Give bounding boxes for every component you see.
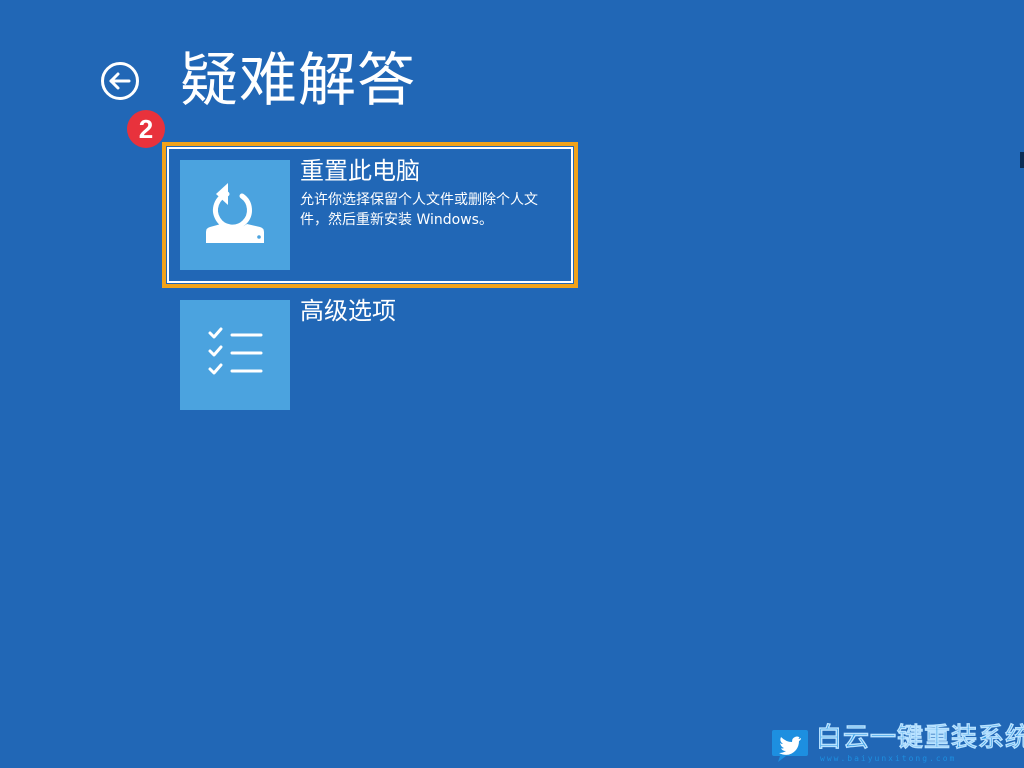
option-description: 允许你选择保留个人文件或删除个人文件，然后重新安装 Windows。 bbox=[300, 192, 538, 228]
option-tile bbox=[180, 300, 290, 410]
option-title: 重置此电脑 bbox=[300, 157, 420, 185]
watermark-url: www.baiyunxitong.com bbox=[820, 754, 957, 763]
reset-pc-icon bbox=[206, 183, 264, 243]
step-badge: 2 bbox=[127, 110, 165, 148]
option-advanced[interactable]: 高级选项 bbox=[180, 297, 570, 410]
checklist-icon bbox=[208, 327, 263, 375]
page-title: 疑难解答 bbox=[180, 46, 417, 114]
edge-artifact bbox=[1020, 152, 1024, 168]
back-arrow-icon bbox=[101, 62, 139, 100]
watermark-text: 白云一键重装系统 bbox=[816, 723, 1024, 754]
option-tile bbox=[180, 160, 290, 270]
option-title: 高级选项 bbox=[300, 297, 396, 325]
option-reset-pc[interactable]: 重置此电脑 允许你选择保留个人文件或删除个人文件，然后重新安装 Windows。 bbox=[180, 157, 570, 270]
twitter-bird-icon bbox=[772, 730, 808, 762]
back-button[interactable] bbox=[100, 61, 140, 101]
watermark: 白云一键重装系统 www.baiyunxitong.com bbox=[770, 722, 1024, 766]
